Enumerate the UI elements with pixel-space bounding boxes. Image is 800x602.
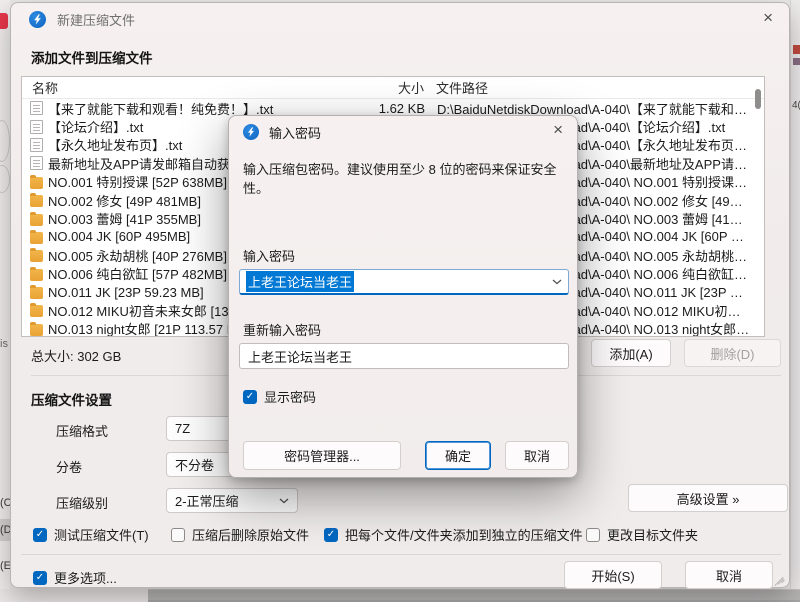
option-label: 把每个文件/文件夹添加到独立的压缩文件 xyxy=(345,525,583,544)
folder-icon xyxy=(30,324,43,336)
folder-icon xyxy=(30,305,43,317)
checkbox-checked-icon: ✓ xyxy=(243,390,257,404)
level-value: 2-正常压缩 xyxy=(175,491,239,510)
checkbox-checked-icon: ✓ xyxy=(324,528,338,542)
cancel-button[interactable]: 取消 xyxy=(685,561,773,589)
checkbox-checked-icon: ✓ xyxy=(33,528,47,542)
format-value: 7Z xyxy=(175,421,190,436)
level-select[interactable]: 2-正常压缩 xyxy=(166,488,298,513)
volume-value: 不分卷 xyxy=(175,455,214,474)
folder-icon xyxy=(30,250,43,262)
folder-icon xyxy=(30,195,43,207)
more-options-checkbox[interactable]: ✓ 更多选项... xyxy=(33,568,117,587)
show-password-checkbox[interactable]: ✓ 显示密码 xyxy=(243,387,316,406)
password-input[interactable]: 上老王论坛当老王 xyxy=(239,269,569,295)
option-checkbox[interactable]: ✓ 测试压缩文件(T) xyxy=(33,525,149,544)
background-red-fragment xyxy=(793,45,800,54)
bandizip-app-icon xyxy=(29,11,46,28)
password-selected-text: 上老王论坛当老王 xyxy=(246,271,354,292)
add-button[interactable]: 添加(A) xyxy=(591,339,671,367)
column-header-size[interactable]: 大小 xyxy=(364,78,424,97)
add-files-section-title: 添加文件到压缩文件 xyxy=(31,47,153,67)
background-sketch-fragment xyxy=(0,120,10,162)
checkbox-checked-icon: ✓ xyxy=(33,571,47,585)
chevron-down-icon xyxy=(279,498,289,504)
more-options-label: 更多选项... xyxy=(54,568,117,587)
option-checkbox[interactable]: 更改目标文件夹 xyxy=(586,525,698,544)
level-label: 压缩级别 xyxy=(56,493,108,512)
file-icon xyxy=(30,156,43,170)
folder-icon xyxy=(30,269,43,281)
close-icon[interactable]: × xyxy=(757,8,779,28)
close-icon[interactable]: × xyxy=(547,120,569,140)
format-label: 压缩格式 xyxy=(56,421,108,440)
option-label: 测试压缩文件(T) xyxy=(54,525,149,544)
chevron-down-icon[interactable] xyxy=(552,279,562,285)
column-header-name[interactable]: 名称 xyxy=(22,78,364,97)
password-description: 输入压缩包密码。建议使用至少 8 位的密码来保证安全性。 xyxy=(243,160,569,198)
checkbox-unchecked-icon xyxy=(171,528,185,542)
delete-button: 删除(D) xyxy=(684,339,781,367)
list-header[interactable]: 名称 大小 文件路径 xyxy=(22,77,764,99)
folder-icon xyxy=(30,287,43,299)
file-icon xyxy=(30,120,43,134)
checkbox-unchecked-icon xyxy=(586,528,600,542)
file-icon xyxy=(30,101,43,115)
option-label: 压缩后删除原始文件 xyxy=(192,525,309,544)
start-button[interactable]: 开始(S) xyxy=(564,561,662,589)
option-checkbox[interactable]: ✓ 把每个文件/文件夹添加到独立的压缩文件 xyxy=(324,525,583,544)
password-dialog-title: 输入密码 xyxy=(269,123,321,142)
password-dialog: 输入密码 × 输入压缩包密码。建议使用至少 8 位的密码来保证安全性。 输入密码… xyxy=(228,115,578,478)
option-label: 更改目标文件夹 xyxy=(607,525,698,544)
window-title: 新建压缩文件 xyxy=(57,10,135,29)
background-dark-fragment xyxy=(793,58,800,65)
background-sketch-fragment xyxy=(0,165,10,193)
password-manager-button[interactable]: 密码管理器... xyxy=(243,441,401,470)
bandizip-app-icon xyxy=(243,124,259,140)
list-scrollbar-thumb[interactable] xyxy=(755,89,761,109)
background-bottom-strip xyxy=(0,589,148,601)
background-text-fragment: 4( xyxy=(792,100,800,112)
cancel-button[interactable]: 取消 xyxy=(505,441,569,470)
volume-label: 分卷 xyxy=(56,457,82,476)
column-header-path[interactable]: 文件路径 xyxy=(424,78,764,97)
file-icon xyxy=(30,138,43,152)
password-label: 输入密码 xyxy=(243,246,295,265)
background-text-fragment: is xyxy=(0,338,8,350)
background-window-right-edge: 4( xyxy=(790,0,800,601)
divider xyxy=(21,554,781,555)
folder-icon xyxy=(30,232,43,244)
background-scrollbar-strip xyxy=(148,589,800,602)
background-red-fragment xyxy=(0,13,8,29)
titlebar[interactable]: 新建压缩文件 × xyxy=(11,3,789,35)
confirm-password-input[interactable] xyxy=(239,343,569,369)
resize-grip[interactable] xyxy=(774,573,784,583)
background-window-left-edge: is (C (D (E xyxy=(0,0,10,601)
advanced-settings-button[interactable]: 高级设置 » xyxy=(628,484,788,512)
folder-icon xyxy=(30,177,43,189)
archive-settings-section-title: 压缩文件设置 xyxy=(31,389,112,409)
file-size: 1.62 KB xyxy=(365,101,425,116)
ok-button[interactable]: 确定 xyxy=(425,441,491,470)
password-dialog-titlebar[interactable]: 输入密码 × xyxy=(229,116,577,148)
show-password-label: 显示密码 xyxy=(264,387,316,406)
option-checkbox[interactable]: 压缩后删除原始文件 xyxy=(171,525,309,544)
total-size-label: 总大小: 302 GB xyxy=(31,346,121,365)
confirm-password-label: 重新输入密码 xyxy=(243,320,321,339)
folder-icon xyxy=(30,214,43,226)
